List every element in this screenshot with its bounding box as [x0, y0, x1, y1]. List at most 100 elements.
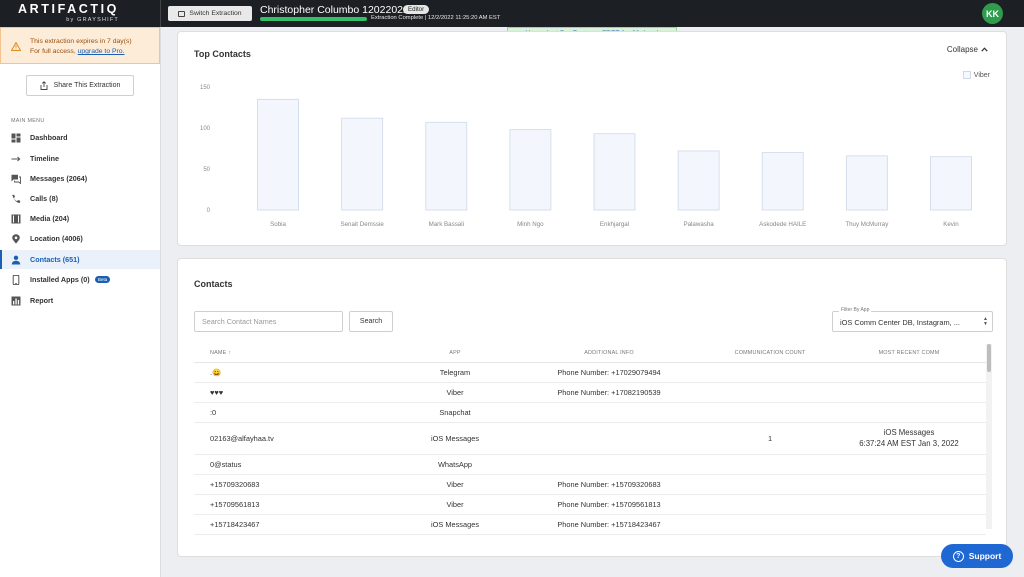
table-row[interactable]: +15718423467 iOS Messages Phone Number: +1…: [194, 515, 986, 535]
progress-fill: [260, 17, 367, 21]
logo-text: ARTIFACTIQ: [18, 2, 119, 16]
timeline-icon: [11, 154, 21, 164]
contact-app: iOS Messages: [430, 520, 480, 529]
support-button[interactable]: ? Support: [941, 544, 1013, 568]
sidebar-item-label: Messages (2064): [30, 174, 88, 183]
column-header-info: ADDITIONAL INFO: [584, 350, 634, 356]
contact-app: Viber: [446, 500, 464, 509]
contact-app: Viber: [446, 388, 464, 397]
table-row[interactable]: ♥♥♥ Viber Phone Number: +17082190539: [194, 383, 986, 403]
warning-line-1: This extraction expires in 7 day(s): [30, 38, 132, 45]
column-name-label: NAME: [210, 350, 227, 356]
location-pin-icon: [11, 233, 21, 244]
sidebar-item-media[interactable]: Media (204): [0, 209, 160, 228]
y-tick-label: 0: [207, 208, 211, 214]
chart-bar[interactable]: [509, 129, 552, 211]
beta-badge: Beta: [95, 276, 111, 283]
sidebar-item-dashboard[interactable]: Dashboard: [0, 128, 160, 147]
x-tick-label: Askodede HAILE: [759, 221, 806, 228]
chart-bar[interactable]: [677, 150, 720, 211]
search-button[interactable]: Search: [349, 311, 393, 332]
person-icon: [11, 255, 21, 265]
sort-arrow-up-icon: ↑: [228, 350, 231, 356]
recent-comm-time: 6:37:24 AM EST Jan 3, 2022: [859, 439, 959, 448]
sidebar-item-installed[interactable]: Installed Apps (0) Beta: [0, 270, 160, 289]
sidebar-item-label: Location (4006): [30, 234, 83, 243]
top-contacts-chart: 0 50 100 150 Sobia Senait Demssie Mark Bassali…: [200, 85, 972, 228]
table-row[interactable]: +15709561813 Viber Phone Number: +15709561…: [194, 495, 986, 515]
main-menu-label: MAIN MENU: [11, 118, 45, 124]
share-extraction-button[interactable]: Share This Extraction: [26, 75, 134, 96]
contact-name: +15718423467: [210, 520, 260, 529]
contact-app: iOS Messages: [430, 434, 480, 443]
contact-info: Phone Number: +17029079494: [557, 368, 661, 377]
table-body: .😀 Telegram Phone Number: +17029079494 ♥♥♥ V…: [194, 363, 986, 535]
sidebar-item-label: Media (204): [30, 214, 70, 223]
contacts-title: Contacts: [194, 279, 233, 289]
sidebar-item-location[interactable]: Location (4006): [0, 229, 160, 248]
switch-extraction-button[interactable]: Switch Extraction: [168, 6, 252, 21]
chart-bar[interactable]: [930, 156, 972, 211]
logo-subtext: by GRAYSHIFT: [66, 17, 119, 23]
share-extraction-label: Share This Extraction: [53, 82, 121, 89]
warning-line-2: For full access,: [30, 48, 76, 55]
chart-bar[interactable]: [593, 133, 636, 211]
sidebar-item-report[interactable]: Report: [0, 291, 160, 310]
phone-device-icon: [11, 274, 21, 285]
contact-comm-count: 1: [767, 434, 773, 443]
contact-name: 02163@alfayhaa.tv: [210, 434, 274, 443]
table-row[interactable]: 0@status WhatsApp: [194, 455, 986, 475]
x-tick-label: Senait Demssie: [340, 221, 384, 228]
extraction-progress-bar: [260, 17, 367, 21]
scrollbar-thumb[interactable]: [987, 344, 991, 372]
editor-badge: Editor: [403, 5, 430, 14]
sidebar-item-label: Timeline: [30, 154, 60, 163]
search-placeholder: Search Contact Names: [202, 317, 277, 326]
table-row[interactable]: +15709320683 Viber Phone Number: +15709320…: [194, 475, 986, 495]
sidebar-item-calls[interactable]: Calls (8): [0, 189, 160, 208]
table-scrollbar[interactable]: [986, 344, 992, 529]
chart-bar[interactable]: [341, 117, 384, 211]
contact-info: Phone Number: +17082190539: [557, 388, 661, 397]
top-contacts-card: Top Contacts Collapse Viber 0 50 100 150 Sob…: [177, 31, 1007, 246]
x-tick-label: Minh Ngo: [517, 221, 544, 228]
help-icon: ?: [952, 550, 964, 562]
sidebar-item-messages[interactable]: Messages (2064): [0, 169, 160, 188]
x-tick-label: Enkhjargal: [600, 221, 629, 228]
expiry-warning: This extraction expires in 7 day(s) For …: [0, 27, 160, 64]
x-tick-label: Mark Bassali: [429, 221, 464, 228]
table-row[interactable]: 02163@alfayhaa.tv iOS Messages 1 iOS Messag…: [194, 423, 986, 455]
sidebar-item-label: Calls (8): [30, 194, 58, 203]
contact-app: Viber: [446, 480, 464, 489]
chart-bar[interactable]: [845, 155, 888, 211]
upgrade-link[interactable]: upgrade to Pro.: [78, 48, 125, 55]
sidebar-item-label: Dashboard: [30, 133, 68, 142]
filter-by-app-select[interactable]: Filter By App iOS Comm Center DB, Instag…: [832, 307, 993, 332]
column-header-name[interactable]: NAME ↑: [210, 350, 231, 356]
sidebar-item-label: Installed Apps (0): [30, 275, 90, 284]
chart-bar[interactable]: [425, 121, 468, 211]
x-tick-label: Palawasha: [683, 221, 714, 228]
contact-name: .😀: [210, 368, 222, 377]
sidebar-item-label: Report: [30, 296, 54, 305]
contact-app: Telegram: [439, 368, 471, 377]
phone-icon: [11, 194, 21, 204]
divider: [160, 0, 161, 27]
sidebar-item-timeline[interactable]: Timeline: [0, 149, 160, 168]
chart-bar[interactable]: [761, 152, 804, 211]
contact-name: +15709320683: [210, 480, 260, 489]
contact-name: :0: [210, 408, 217, 417]
chart-bar[interactable]: [257, 98, 299, 211]
extraction-status: Extraction Complete | 12/2/2022 11:25:20…: [371, 15, 501, 21]
contact-search-input[interactable]: Search Contact Names: [194, 311, 343, 332]
table-row[interactable]: :0 Snapchat: [194, 403, 986, 423]
sidebar-item-label: Contacts (651): [30, 255, 80, 264]
share-icon: [40, 81, 48, 90]
x-tick-label: Kevin: [943, 221, 959, 228]
user-avatar[interactable]: KK: [982, 3, 1003, 24]
media-icon: [11, 214, 21, 224]
filter-value: iOS Comm Center DB, Instagram, ...: [840, 318, 960, 327]
table-row[interactable]: .😀 Telegram Phone Number: +17029079494: [194, 363, 986, 383]
sidebar-item-contacts[interactable]: Contacts (651): [0, 250, 160, 269]
artifactiq-logo[interactable]: ARTIFACTIQ by GRAYSHIFT: [18, 2, 119, 24]
